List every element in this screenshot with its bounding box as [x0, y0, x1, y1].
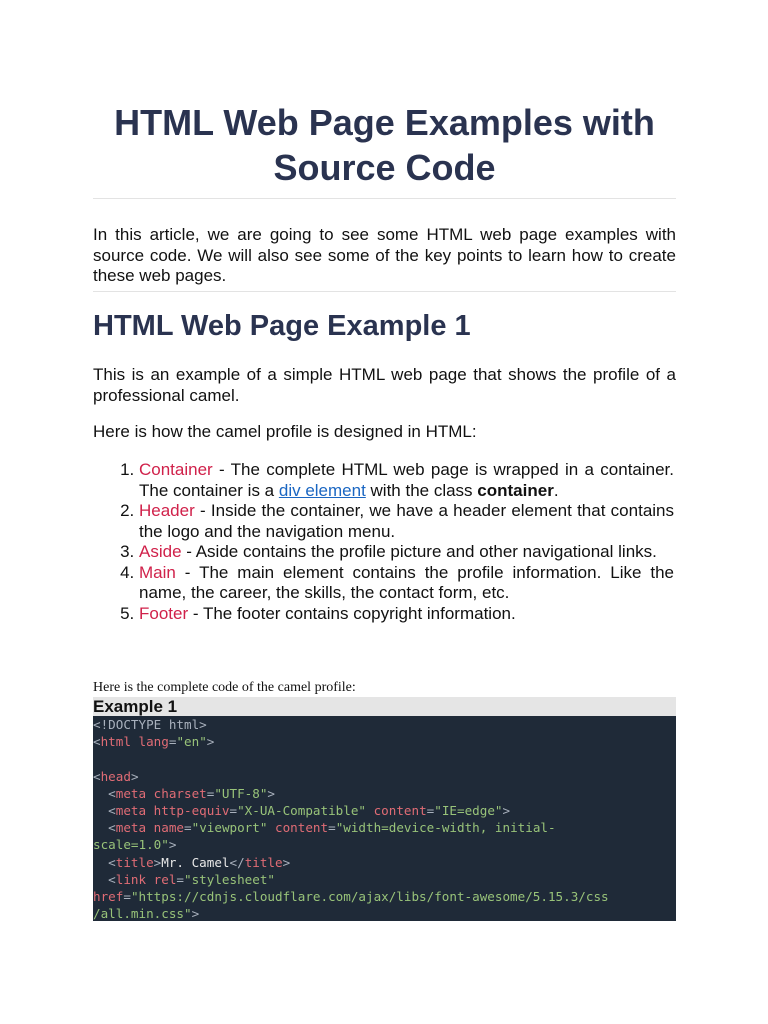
intro-paragraph: In this article, we are going to see som… [93, 225, 676, 285]
list-item: Footer - The footer contains copyright i… [139, 604, 674, 625]
code-block: <!DOCTYPE html> <html lang="en"> <head> <m… [93, 716, 676, 921]
code-token: charset [153, 785, 207, 801]
code-token: > [282, 854, 291, 870]
code-caption: Here is the complete code of the camel p… [93, 680, 356, 695]
code-token: < [93, 785, 116, 801]
code-token: </ [229, 854, 245, 870]
term: Container [139, 460, 213, 479]
code-line: <title>Mr. Camel</title> [93, 854, 676, 871]
code-line: href="https://cdnjs.cloudflare.com/ajax/… [93, 888, 676, 905]
code-token: html [100, 734, 139, 750]
code-token: = [176, 871, 185, 887]
term: Aside [139, 542, 182, 561]
code-token: "https://cdnjs.cloudflare.com/ajax/libs/… [130, 888, 609, 904]
code-token: "IE=edge" [434, 802, 503, 818]
code-token: "viewport" [191, 820, 276, 836]
code-token: = [184, 820, 192, 836]
div-element-link[interactable]: div element [279, 481, 366, 500]
code-token: "stylesheet" [184, 871, 276, 887]
divider [93, 291, 676, 292]
code-token: "UTF-8" [214, 785, 268, 801]
code-token: "X-UA-Compatible" [237, 802, 374, 818]
code-token: meta [115, 785, 154, 801]
code-token: content [373, 802, 427, 818]
paragraph: Here is how the camel profile is designe… [93, 422, 477, 441]
divider [93, 198, 676, 199]
code-line: <meta http-equiv="X-UA-Compatible" conte… [93, 802, 676, 819]
code-token: <!DOCTYPE html> [93, 717, 207, 732]
code-line: <meta name="viewport" content="width=dev… [93, 819, 676, 836]
code-token: > [206, 734, 215, 750]
code-token: < [93, 802, 116, 818]
code-token: < [93, 734, 101, 750]
code-token: rel [153, 871, 177, 887]
page-title: HTML Web Page Examples with Source Code [114, 102, 655, 188]
code-token: > [267, 785, 276, 801]
code-token: scale=1.0" [93, 837, 169, 853]
code-line: <html lang="en"> [93, 733, 676, 750]
code-line: <!DOCTYPE html> [93, 716, 676, 733]
code-token: < [93, 871, 116, 887]
item-text: - The footer contains copyright informat… [188, 603, 516, 623]
code-line: scale=1.0"> [93, 836, 676, 853]
code-token: Mr. Camel [161, 854, 230, 870]
term: Header [139, 501, 195, 520]
term: Main [139, 562, 176, 582]
code-token: link [115, 871, 154, 887]
code-token: href [93, 888, 124, 904]
code-token: = [229, 802, 238, 818]
paragraph: This is an example of a simple HTML web … [93, 365, 676, 405]
code-token: < [93, 820, 116, 836]
section-heading: HTML Web Page Example 1 [93, 310, 471, 342]
list-item: Aside - Aside contains the profile pictu… [139, 542, 674, 563]
code-token: = [328, 820, 336, 836]
code-token: name [153, 820, 185, 836]
code-line: <meta charset="UTF-8"> [93, 785, 676, 802]
code-token: < [93, 768, 101, 784]
structure-list: Container - The complete HTML web page i… [93, 460, 674, 624]
code-token: > [502, 802, 511, 818]
code-token: meta [115, 820, 154, 836]
code-token: = [123, 888, 131, 904]
code-token: lang [138, 734, 169, 750]
term: Footer [139, 603, 189, 623]
code-token: > [168, 837, 177, 853]
code-token: "width=device-width, initial- [335, 820, 556, 836]
item-text: - Aside contains the profile picture and… [181, 542, 657, 561]
code-line: /all.min.css"> [93, 905, 676, 921]
list-item: Container - The complete HTML web page i… [139, 460, 674, 501]
code-token: "en" [176, 734, 207, 750]
code-line: <link rel="stylesheet" [93, 871, 676, 888]
code-token: > [130, 768, 139, 784]
code-token: head [100, 768, 131, 784]
code-token: > [191, 906, 200, 921]
list-item: Main - The main element contains the pro… [139, 563, 674, 604]
code-line: <head> [93, 768, 676, 785]
code-token: meta [115, 802, 154, 818]
code-token: < [93, 854, 116, 870]
code-token: content [275, 820, 329, 836]
item-text: - Inside the container, we have a header… [139, 501, 674, 541]
item-text: - The main element contains the profile … [139, 562, 674, 603]
code-token: title [115, 854, 154, 870]
item-text: . [553, 480, 559, 500]
code-token: /all.min.css" [93, 906, 192, 921]
item-text: with the class [365, 480, 478, 500]
example-title: Example 1 [93, 697, 676, 716]
list-item: Header - Inside the container, we have a… [139, 501, 674, 542]
code-token: title [244, 854, 283, 870]
bold-text: container [477, 480, 554, 500]
code-token: http-equiv [153, 802, 230, 818]
